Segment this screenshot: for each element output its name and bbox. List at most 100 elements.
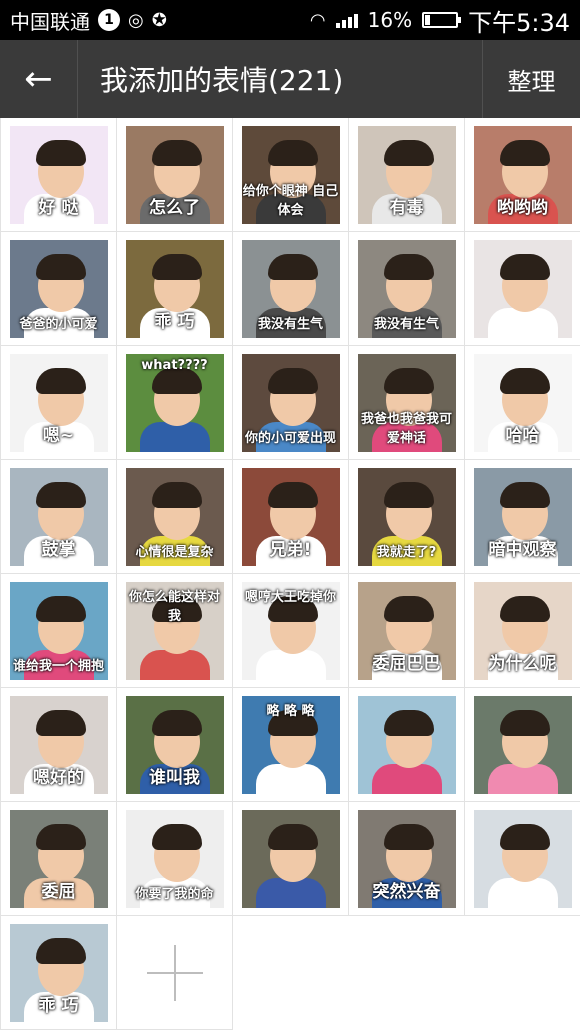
sticker-caption: 乖 巧	[38, 995, 79, 1016]
sticker-caption: 突然兴奋	[372, 881, 441, 902]
sticker-item[interactable]: 我就走了?	[349, 460, 465, 574]
sticker-thumbnail	[473, 809, 572, 908]
sticker-grid: 好 哒怎么了 给你个眼神 自己体会 有毒 哟哟哟 爸爸的小可爱乖 巧我没有生气 我没有生气…	[0, 118, 580, 1030]
sticker-caption: 哟哟哟	[497, 197, 548, 218]
sticker-caption: 好 哒	[38, 197, 79, 218]
sticker-thumbnail: 我没有生气	[357, 239, 456, 338]
sticker-caption: 嗯~	[42, 425, 75, 446]
sticker-thumbnail	[473, 239, 572, 338]
chat-icon: ✪	[151, 9, 167, 31]
sticker-caption: 爸爸的小可爱	[19, 316, 98, 332]
sticker-item[interactable]: 怎么了	[117, 118, 233, 232]
sticker-item[interactable]	[465, 802, 580, 916]
sticker-thumbnail: 兄弟!	[241, 467, 340, 566]
sticker-thumbnail: 我没有生气	[241, 239, 340, 338]
sticker-item[interactable]: 哟哟哟	[465, 118, 580, 232]
back-button[interactable]: ←	[0, 40, 78, 118]
signal-icon	[335, 12, 358, 28]
sticker-caption: 给你个眼神 自己体会	[242, 183, 339, 218]
sticker-caption: 我爸也我爸我可爱神话	[360, 411, 452, 446]
sticker-item[interactable]: 我爸也我爸我可爱神话	[349, 346, 465, 460]
page-title: 我添加的表情(221)	[100, 64, 344, 97]
sticker-item[interactable]: 好 哒	[1, 118, 117, 232]
manage-button[interactable]: 整理	[482, 40, 580, 118]
sticker-item[interactable]: 你要了我的命	[117, 802, 233, 916]
sticker-item[interactable]: 你怎么能这样对我	[117, 574, 233, 688]
sticker-thumbnail: 我爸也我爸我可爱神话	[357, 353, 456, 452]
sticker-thumbnail: 乖 巧	[9, 923, 108, 1022]
sticker-item[interactable]: 心情很是复杂	[117, 460, 233, 574]
sticker-thumbnail: 鼓掌	[9, 467, 108, 566]
sticker-thumbnail: 嗯~	[9, 353, 108, 452]
sticker-thumbnail: 心情很是复杂	[125, 467, 224, 566]
sticker-item[interactable]: 你的小可爱出现	[233, 346, 349, 460]
sticker-item[interactable]: 谁叫我	[117, 688, 233, 802]
sticker-thumbnail: 我就走了?	[357, 467, 456, 566]
sticker-thumbnail	[473, 695, 572, 794]
sticker-item[interactable]: 嗯哼大王吃掉你	[233, 574, 349, 688]
sticker-item[interactable]: 乖 巧	[117, 232, 233, 346]
sticker-caption: 哈哈	[505, 425, 540, 446]
sticker-thumbnail: 委屈	[9, 809, 108, 908]
sticker-caption: 心情很是复杂	[135, 544, 214, 560]
sticker-thumbnail: what????	[125, 353, 224, 452]
sticker-thumbnail: 你要了我的命	[125, 809, 224, 908]
sticker-thumbnail: 哟哟哟	[473, 125, 572, 224]
add-sticker-button[interactable]	[117, 916, 233, 1030]
sticker-item[interactable]: 鼓掌	[1, 460, 117, 574]
sticker-caption: 鼓掌	[41, 539, 76, 560]
status-bar: 中国联通 1 ◎ ✪ ◠ 16% 下午5:34	[0, 0, 580, 40]
sticker-caption: 嗯好的	[33, 767, 84, 788]
sticker-item[interactable]: 委屈巴巴	[349, 574, 465, 688]
sticker-thumbnail: 给你个眼神 自己体会	[241, 125, 340, 224]
sticker-caption: 谁给我一个拥抱	[12, 658, 104, 674]
sticker-item[interactable]: 爸爸的小可爱	[1, 232, 117, 346]
sticker-thumbnail: 你怎么能这样对我	[125, 581, 224, 680]
sticker-thumbnail	[241, 809, 340, 908]
sticker-item[interactable]: 嗯~	[1, 346, 117, 460]
sticker-item[interactable]: 为什么呢	[465, 574, 580, 688]
sticker-thumbnail: 谁叫我	[125, 695, 224, 794]
sticker-thumbnail: 为什么呢	[473, 581, 572, 680]
sticker-caption: 你的小可爱出现	[244, 430, 336, 446]
sticker-thumbnail: 怎么了	[125, 125, 224, 224]
battery-percent: 16%	[367, 8, 413, 32]
sticker-caption: 我没有生气	[257, 316, 323, 332]
sticker-item[interactable]: 谁给我一个拥抱	[1, 574, 117, 688]
sticker-caption: 你要了我的命	[135, 886, 214, 902]
sticker-thumbnail: 突然兴奋	[357, 809, 456, 908]
sticker-item[interactable]: 我没有生气	[233, 232, 349, 346]
sticker-caption: 有毒	[389, 197, 424, 218]
sticker-item[interactable]: 我没有生气	[349, 232, 465, 346]
clock: 下午5:34	[468, 8, 570, 37]
sticker-caption: 我没有生气	[373, 316, 439, 332]
sticker-thumbnail: 有毒	[357, 125, 456, 224]
sticker-thumbnail: 嗯哼大王吃掉你	[241, 581, 340, 680]
sticker-caption: 为什么呢	[488, 653, 557, 674]
sticker-item[interactable]: 突然兴奋	[349, 802, 465, 916]
sticker-thumbnail: 暗中观察	[473, 467, 572, 566]
sticker-item[interactable]: 略 略 略	[233, 688, 349, 802]
sticker-item[interactable]: 委屈	[1, 802, 117, 916]
weibo-icon: ◎	[128, 9, 144, 31]
sticker-caption: 我就走了?	[376, 544, 437, 560]
sticker-caption: 略 略 略	[266, 703, 315, 719]
wifi-icon: ◠	[309, 9, 326, 31]
sticker-item[interactable]: 兄弟!	[233, 460, 349, 574]
sticker-caption: 谁叫我	[149, 767, 200, 788]
sticker-item[interactable]: 乖 巧	[1, 916, 117, 1030]
sticker-item[interactable]: 给你个眼神 自己体会	[233, 118, 349, 232]
sticker-item[interactable]	[465, 232, 580, 346]
sticker-item[interactable]: 暗中观察	[465, 460, 580, 574]
sticker-item[interactable]: what????	[117, 346, 233, 460]
sticker-item[interactable]	[349, 688, 465, 802]
sticker-thumbnail: 爸爸的小可爱	[9, 239, 108, 338]
sticker-item[interactable]: 有毒	[349, 118, 465, 232]
sticker-caption: 暗中观察	[488, 539, 557, 560]
sticker-item[interactable]: 嗯好的	[1, 688, 117, 802]
sticker-thumbnail: 谁给我一个拥抱	[9, 581, 108, 680]
sticker-thumbnail: 委屈巴巴	[357, 581, 456, 680]
sticker-item[interactable]	[233, 802, 349, 916]
sticker-item[interactable]	[465, 688, 580, 802]
sticker-item[interactable]: 哈哈	[465, 346, 580, 460]
